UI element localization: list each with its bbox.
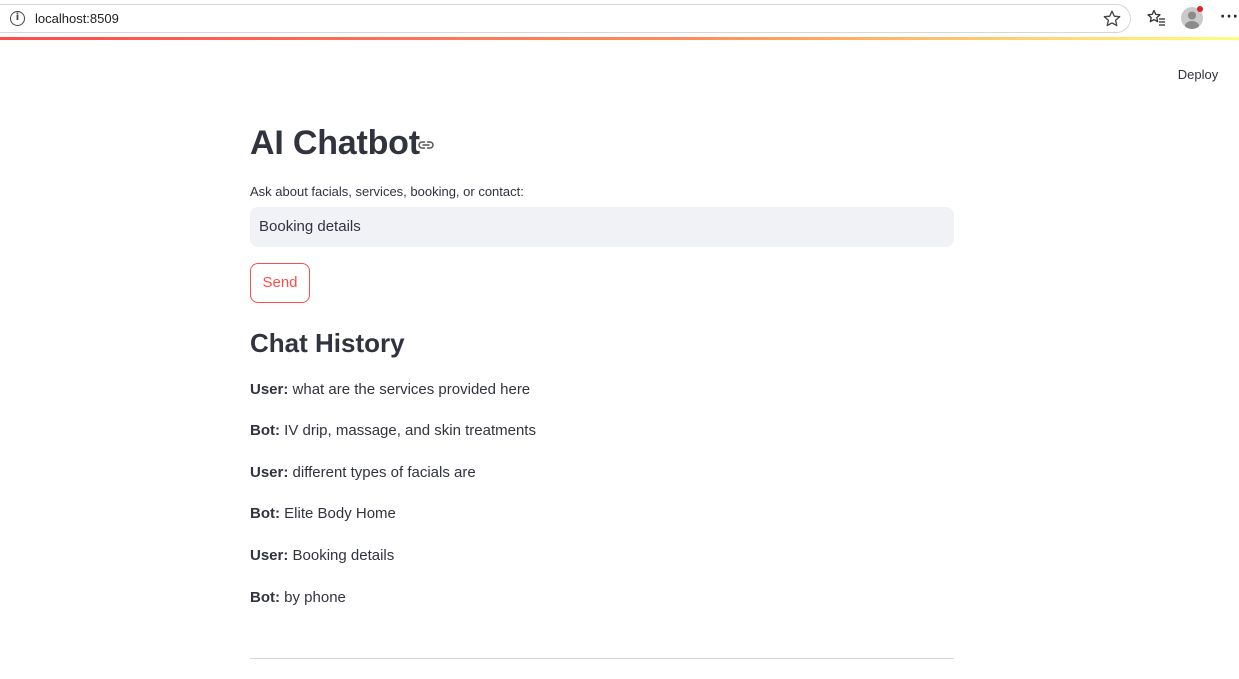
message-role: User: [250,464,289,481]
address-bar[interactable]: i localhost:8509 [0,4,1131,33]
page-title: AI Chatbot [250,124,420,162]
chat-message: Bot: by phone [250,588,346,608]
browser-toolbar: i localhost:8509 ··· [0,0,1239,37]
url-text[interactable]: localhost:8509 [35,11,119,27]
favorites-icon[interactable] [1146,8,1166,28]
message-text: IV drip, massage, and skin treatments [280,422,536,439]
message-role: Bot: [250,589,280,606]
link-icon[interactable] [417,136,435,154]
input-label: Ask about facials, services, booking, or… [250,184,524,199]
message-text: what are the services provided here [288,381,531,398]
send-button[interactable]: Send [250,263,310,303]
message-role: Bot: [250,422,280,439]
question-input[interactable] [250,207,954,247]
chat-message: Bot: IV drip, massage, and skin treatmen… [250,421,536,441]
message-role: User: [250,381,289,398]
message-text: Booking details [288,547,395,564]
info-icon[interactable]: i [10,11,25,26]
divider [250,658,954,659]
notification-dot [1197,6,1203,12]
chat-message: User: different types of facials are [250,463,476,483]
chat-message: User: what are the services provided her… [250,380,530,400]
message-text: Elite Body Home [280,505,396,522]
message-role: User: [250,547,289,564]
chat-message: Bot: Elite Body Home [250,504,396,524]
star-icon[interactable] [1102,9,1122,29]
chat-history-heading: Chat History [250,328,405,358]
message-text: by phone [280,589,346,606]
deploy-button[interactable]: Deploy [1168,62,1228,88]
app-decoration-bar [0,37,1239,40]
message-text: different types of facials are [288,464,476,481]
message-role: Bot: [250,505,280,522]
more-icon[interactable]: ··· [1220,10,1239,24]
chat-message: User: Booking details [250,546,394,566]
